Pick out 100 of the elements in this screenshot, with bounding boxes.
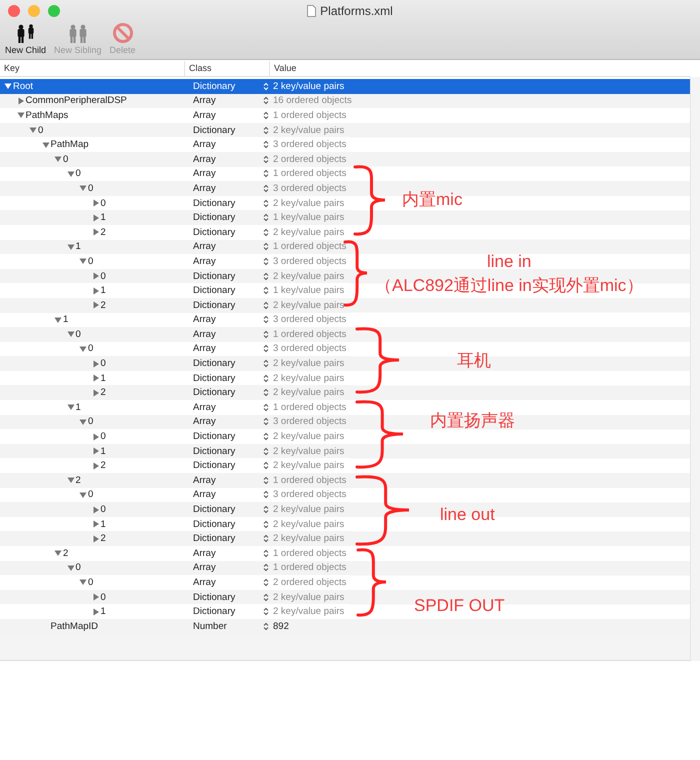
stepper-icon[interactable] <box>263 315 269 324</box>
stepper-icon[interactable] <box>263 300 269 310</box>
key-text: 0 <box>88 576 94 588</box>
expand-triangle-icon[interactable] <box>92 506 100 514</box>
expand-triangle-icon[interactable] <box>92 272 100 280</box>
key-text: 1 <box>100 285 106 296</box>
stepper-icon[interactable] <box>263 228 269 237</box>
stepper-icon[interactable] <box>263 490 269 500</box>
expand-triangle-icon[interactable] <box>92 301 100 310</box>
column-header[interactable]: Class <box>185 61 270 76</box>
stepper-icon[interactable] <box>263 96 269 106</box>
stepper-icon[interactable] <box>263 563 269 572</box>
stepper-icon[interactable] <box>263 388 269 398</box>
stepper-icon[interactable] <box>263 374 269 383</box>
collapse-triangle-icon[interactable] <box>66 564 74 572</box>
stepper-icon[interactable] <box>263 184 269 193</box>
collapse-triangle-icon[interactable] <box>42 140 50 149</box>
collapse-triangle-icon[interactable] <box>66 403 74 412</box>
value-text: 1 key/value pairs <box>273 285 344 296</box>
collapse-triangle-icon[interactable] <box>79 257 87 266</box>
expand-triangle-icon[interactable] <box>92 214 100 222</box>
window-control[interactable] <box>8 5 20 17</box>
collapse-triangle-icon[interactable] <box>4 82 12 90</box>
stepper-icon[interactable] <box>263 344 269 354</box>
stepper-icon[interactable] <box>263 622 269 631</box>
collapse-triangle-icon[interactable] <box>66 476 74 484</box>
stepper-icon[interactable] <box>263 476 269 485</box>
stepper-icon[interactable] <box>263 446 269 456</box>
class-text: Array <box>192 416 217 428</box>
stepper-icon[interactable] <box>263 286 269 296</box>
table-row[interactable]: 0 Array 2 ordered objects <box>0 575 350 590</box>
curly-brace <box>357 475 409 545</box>
expand-triangle-icon[interactable] <box>92 462 100 470</box>
expand-triangle-icon[interactable] <box>92 593 100 602</box>
stepper-icon[interactable] <box>263 126 269 135</box>
collapse-triangle-icon[interactable] <box>79 184 87 192</box>
stepper-icon[interactable] <box>263 578 269 587</box>
toolbar-button[interactable]: New Child <box>4 22 48 59</box>
collapse-triangle-icon[interactable] <box>54 549 62 558</box>
table-row[interactable]: 0 Array 3 ordered objects <box>0 414 350 430</box>
stepper-icon[interactable] <box>263 213 269 222</box>
value-text: 3 ordered objects <box>273 314 346 326</box>
collapse-triangle-icon[interactable] <box>16 111 24 120</box>
stepper-icon[interactable] <box>263 592 269 602</box>
collapse-triangle-icon[interactable] <box>66 330 74 338</box>
expand-triangle-icon[interactable] <box>16 96 24 105</box>
column-header[interactable]: Key <box>0 61 185 76</box>
annotation-text: 内置扬声器 <box>430 410 515 432</box>
collapse-triangle-icon[interactable] <box>79 344 87 353</box>
collapse-triangle-icon[interactable] <box>79 490 87 499</box>
column-header[interactable]: Value <box>270 61 690 76</box>
scroll-bar[interactable] <box>690 77 700 661</box>
class-text: Dictionary <box>192 431 236 442</box>
expand-triangle-icon[interactable] <box>92 432 100 441</box>
expand-triangle-icon[interactable] <box>92 360 100 368</box>
table-row[interactable]: Root Dictionary 2 key/value pairs <box>0 79 690 94</box>
stepper-icon[interactable] <box>263 140 269 150</box>
stepper-icon[interactable] <box>263 505 269 514</box>
stepper-icon[interactable] <box>263 534 269 544</box>
stepper-icon[interactable] <box>263 432 269 442</box>
stepper-icon[interactable] <box>263 154 269 164</box>
expand-triangle-icon[interactable] <box>92 388 100 397</box>
stepper-icon[interactable] <box>263 461 269 470</box>
expand-triangle-icon[interactable] <box>92 199 100 208</box>
stepper-icon[interactable] <box>263 520 269 529</box>
collapse-triangle-icon[interactable] <box>79 578 87 586</box>
stepper-icon[interactable] <box>263 330 269 339</box>
key-text: Root <box>13 80 34 92</box>
stepper-icon[interactable] <box>263 548 269 558</box>
collapse-triangle-icon[interactable] <box>29 126 37 134</box>
table-row[interactable]: 0 Array 3 ordered objects <box>0 342 350 356</box>
stepper-icon[interactable] <box>263 272 269 281</box>
expand-triangle-icon[interactable] <box>92 447 100 456</box>
stepper-icon[interactable] <box>263 417 269 426</box>
expand-triangle-icon[interactable] <box>92 374 100 382</box>
collapse-triangle-icon[interactable] <box>66 242 74 251</box>
key-text: 0 <box>63 154 68 165</box>
table-row[interactable]: 0 Dictionary 2 key/value pairs <box>0 502 350 517</box>
stepper-icon[interactable] <box>263 256 269 266</box>
stepper-icon[interactable] <box>263 169 269 178</box>
stepper-icon[interactable] <box>263 359 269 368</box>
stepper-icon[interactable] <box>263 198 269 208</box>
class-text: Dictionary <box>192 358 236 370</box>
collapse-triangle-icon[interactable] <box>54 316 62 324</box>
expand-triangle-icon[interactable] <box>92 286 100 295</box>
stepper-icon[interactable] <box>263 607 269 616</box>
class-text: Dictionary <box>192 300 236 311</box>
stepper-icon[interactable] <box>263 242 269 252</box>
expand-triangle-icon[interactable] <box>92 608 100 616</box>
key-text: 2 <box>76 474 81 486</box>
expand-triangle-icon[interactable] <box>92 520 100 528</box>
stepper-icon[interactable] <box>263 402 269 412</box>
collapse-triangle-icon[interactable] <box>66 170 74 178</box>
expand-triangle-icon[interactable] <box>92 228 100 236</box>
value-text: 2 key/value pairs <box>273 358 344 370</box>
stepper-icon[interactable] <box>263 110 269 120</box>
key-text: 0 <box>100 270 106 282</box>
collapse-triangle-icon[interactable] <box>79 418 87 426</box>
collapse-triangle-icon[interactable] <box>54 155 62 164</box>
expand-triangle-icon[interactable] <box>92 534 100 543</box>
